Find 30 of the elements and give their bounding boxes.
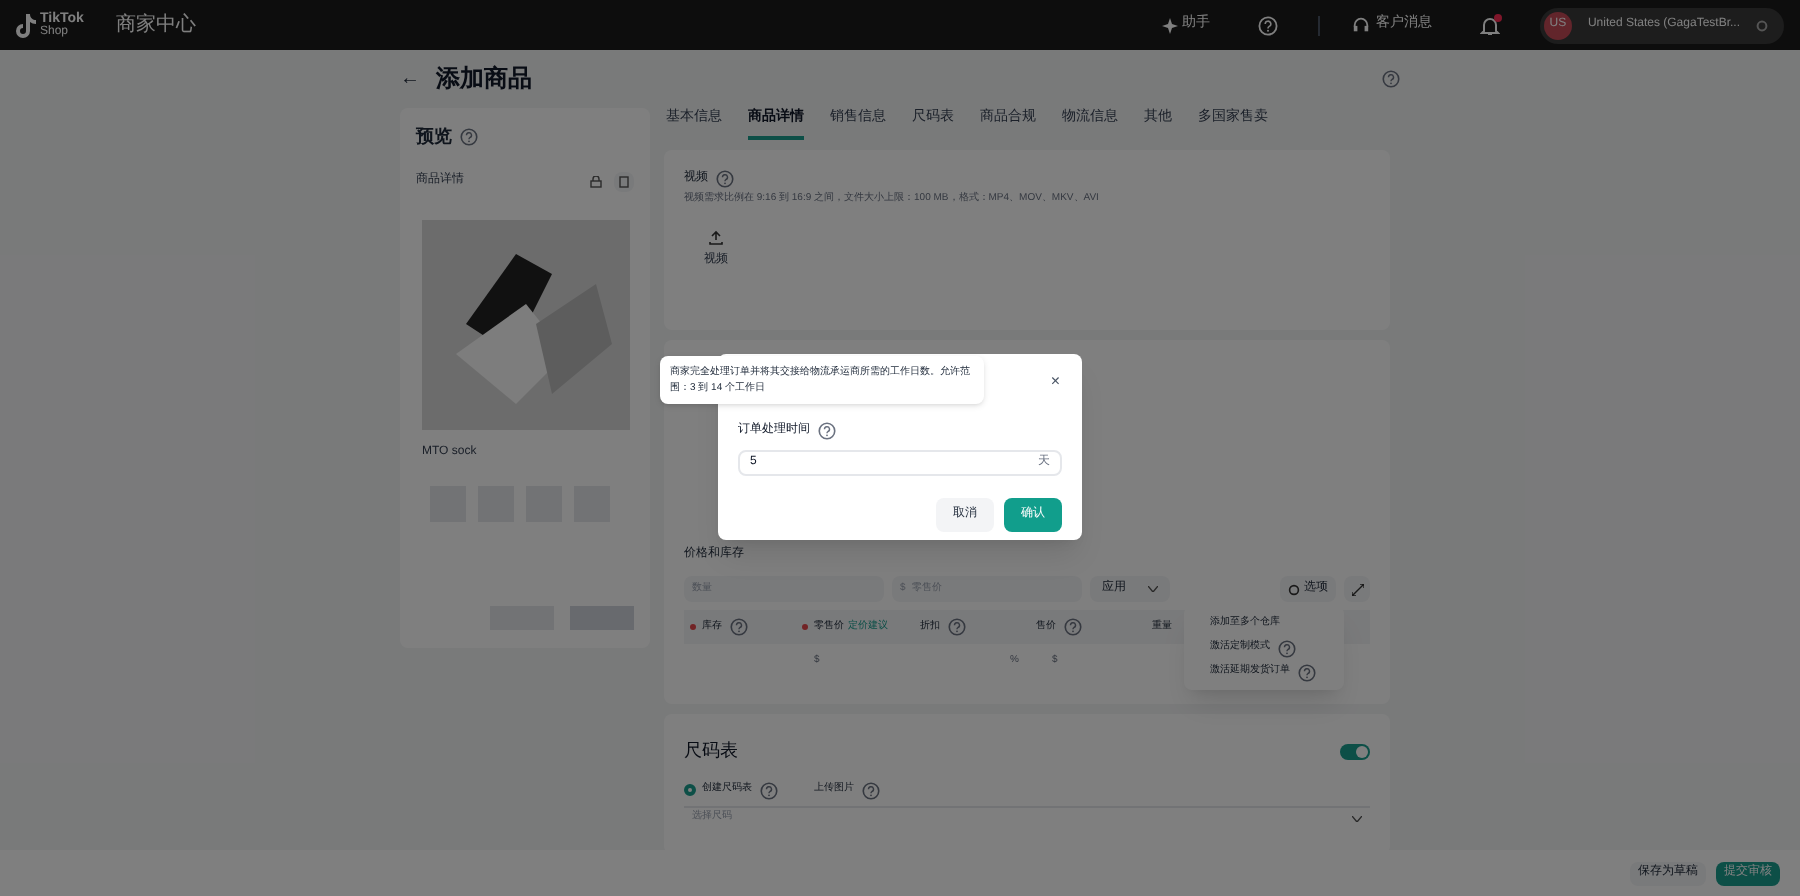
preview-title: 预览 (416, 124, 452, 150)
copy-icon[interactable] (614, 171, 634, 191)
help-icon[interactable] (1064, 618, 1082, 636)
page-title: 添加商品 (436, 62, 532, 96)
app-title: 商家中心 (115, 11, 196, 40)
headset-icon (1351, 16, 1370, 34)
help-icon[interactable] (1298, 663, 1316, 681)
help-icon[interactable] (1278, 639, 1296, 657)
help-icon[interactable] (818, 422, 836, 440)
help-icon[interactable] (948, 618, 966, 636)
sparkle-icon (1161, 17, 1178, 33)
expand-button[interactable] (1344, 576, 1370, 602)
back-button[interactable]: ← (400, 63, 420, 93)
help-icon[interactable] (716, 170, 734, 188)
toggle-switch[interactable] (1340, 743, 1370, 760)
upload-icon (708, 229, 724, 245)
caret-icon (1352, 815, 1362, 821)
bell-icon[interactable] (1479, 15, 1500, 35)
lock-icon[interactable] (590, 175, 602, 187)
help-icon[interactable] (460, 128, 478, 147)
help-icon[interactable] (862, 781, 880, 799)
help-icon[interactable] (1382, 70, 1400, 88)
caret-icon (1148, 586, 1158, 592)
expand-icon (1351, 583, 1363, 595)
radio-icon[interactable] (684, 784, 696, 796)
help-icon[interactable] (730, 618, 748, 636)
section-title: 尺码表 (684, 738, 738, 764)
help-icon[interactable] (760, 781, 778, 799)
note-logo-icon (16, 13, 36, 37)
close-button[interactable]: × (1050, 374, 1060, 390)
